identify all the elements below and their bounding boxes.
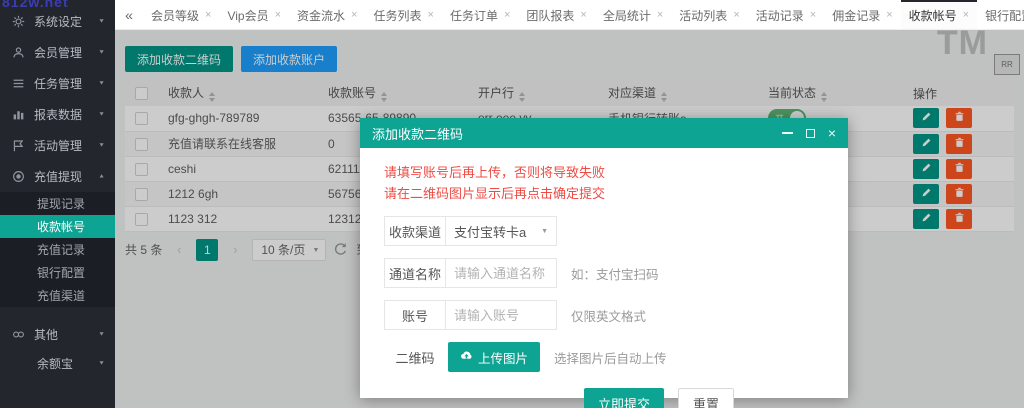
chevron-down-icon: ▼ bbox=[98, 19, 105, 25]
warning-text-1: 请填写账号后再上传，否则将导致失败 bbox=[384, 162, 848, 183]
sidebar-item-label: 活动管理 bbox=[34, 137, 82, 154]
sidebar-item-0[interactable]: 系统设定 ▼ bbox=[0, 6, 115, 37]
tab-bar: « 会员等级 × Vip会员 × 资金流水 × 任务列表 × 任务订单 × 团队… bbox=[115, 0, 1024, 30]
submenu-item-2[interactable]: 充值记录 bbox=[0, 238, 115, 261]
channel-name-label: 通道名称 bbox=[384, 258, 446, 288]
tasks-icon bbox=[12, 77, 26, 91]
tab-close-icon[interactable]: × bbox=[733, 10, 739, 21]
qrcode-hint: 选择图片后自动上传 bbox=[554, 348, 667, 367]
submenu-item-4[interactable]: 充值渠道 bbox=[0, 284, 115, 307]
sidebar-item-label: 会员管理 bbox=[34, 44, 82, 61]
content-area: TM RR 添加收款二维码 添加收款账户 收款人 收款账号 开户行 对应渠道 当… bbox=[115, 30, 1024, 408]
tab-close-icon[interactable]: × bbox=[963, 10, 969, 21]
modal-footer: 立即提交 重置 bbox=[384, 388, 848, 408]
sidebar-item-label: 报表数据 bbox=[34, 106, 82, 123]
account-hint: 仅限英文格式 bbox=[571, 306, 646, 325]
tab-8[interactable]: 活动记录 × bbox=[748, 0, 824, 29]
tab-close-icon[interactable]: × bbox=[580, 10, 586, 21]
sidebar-submenu: 提现记录收款帐号充值记录银行配置充值渠道 bbox=[0, 192, 115, 307]
channel-field-row: 收款渠道 支付宝转卡a ▼ bbox=[384, 216, 848, 246]
tab-close-icon[interactable]: × bbox=[428, 10, 434, 21]
sidebar-item-label: 系统设定 bbox=[34, 13, 82, 30]
tab-close-icon[interactable]: × bbox=[657, 10, 663, 21]
modal-title: 添加收款二维码 bbox=[372, 124, 463, 143]
chevron-down-icon: ▼ bbox=[98, 50, 105, 56]
sidebar-lower: 其他 ▼ 余额宝 ▼ bbox=[0, 319, 115, 377]
reset-button[interactable]: 重置 bbox=[678, 388, 734, 408]
sidebar-item-5[interactable]: 充值提现 ▲ bbox=[0, 161, 115, 192]
site-watermark: 812w.net bbox=[2, 0, 69, 10]
payment-channel-select[interactable]: 支付宝转卡a ▼ bbox=[445, 216, 557, 246]
sidebar-item-label: 充值提现 bbox=[34, 168, 82, 185]
tab-4[interactable]: 任务订单 × bbox=[442, 0, 518, 29]
add-qr-modal: 添加收款二维码 × 请填写账号后再上传，否则将导致失败 请在二维码图片显示后再点… bbox=[360, 118, 848, 398]
chevron-down-icon: ▼ bbox=[98, 332, 105, 338]
chevron-down-icon: ▼ bbox=[98, 361, 105, 367]
gear-icon bbox=[12, 15, 26, 29]
sidebar-item-4[interactable]: 活动管理 ▼ bbox=[0, 130, 115, 161]
chevron-up-icon: ▲ bbox=[98, 174, 105, 180]
tab-9[interactable]: 佣金记录 × bbox=[824, 0, 900, 29]
qrcode-row: 二维码 上传图片 选择图片后自动上传 bbox=[384, 342, 848, 372]
dots-icon bbox=[12, 328, 26, 342]
account-row: 账号 仅限英文格式 bbox=[384, 300, 848, 330]
sidebar-item-label: 其他 bbox=[34, 326, 58, 343]
channel-name-hint: 如：支付宝扫码 bbox=[571, 264, 659, 283]
sidebar-item-3[interactable]: 报表数据 ▼ bbox=[0, 99, 115, 130]
warning-text-2: 请在二维码图片显示后再点击确定提交 bbox=[384, 183, 848, 204]
chevron-down-icon: ▼ bbox=[98, 112, 105, 118]
sidebar: 系统设定 ▼ 会员管理 ▼ 任务管理 ▼ 报表数据 ▼ 活动管理 ▼ 充值提现 … bbox=[0, 0, 115, 408]
tab-close-icon[interactable]: × bbox=[205, 10, 211, 21]
recharge-icon bbox=[12, 170, 26, 184]
tab-7[interactable]: 活动列表 × bbox=[671, 0, 747, 29]
chevron-down-icon: ▼ bbox=[98, 143, 105, 149]
sidebar-lower-item-0[interactable]: 其他 ▼ bbox=[0, 319, 115, 350]
tab-list: 会员等级 × Vip会员 × 资金流水 × 任务列表 × 任务订单 × 团队报表… bbox=[143, 0, 1024, 29]
sidebar-item-label: 任务管理 bbox=[34, 75, 82, 92]
tab-close-icon[interactable]: × bbox=[886, 10, 892, 21]
channel-name-input[interactable] bbox=[445, 258, 557, 288]
maximize-icon[interactable] bbox=[806, 129, 815, 138]
tab-1[interactable]: Vip会员 × bbox=[219, 0, 289, 29]
tab-close-icon[interactable]: × bbox=[504, 10, 510, 21]
activity-icon bbox=[12, 139, 26, 153]
submit-button[interactable]: 立即提交 bbox=[584, 388, 664, 408]
sidebar-lower-item-1[interactable]: 余额宝 ▼ bbox=[0, 350, 115, 377]
account-input[interactable] bbox=[445, 300, 557, 330]
submenu-item-0[interactable]: 提现记录 bbox=[0, 192, 115, 215]
tab-6[interactable]: 全局统计 × bbox=[595, 0, 671, 29]
tab-3[interactable]: 任务列表 × bbox=[365, 0, 441, 29]
upload-image-button[interactable]: 上传图片 bbox=[448, 342, 540, 372]
chevron-down-icon: ▼ bbox=[541, 228, 548, 235]
submenu-item-3[interactable]: 银行配置 bbox=[0, 261, 115, 284]
sidebar-item-1[interactable]: 会员管理 ▼ bbox=[0, 37, 115, 68]
chevron-down-icon: ▼ bbox=[98, 81, 105, 87]
modal-title-bar: 添加收款二维码 × bbox=[360, 118, 848, 148]
user-icon bbox=[12, 46, 26, 60]
submenu-item-1[interactable]: 收款帐号 bbox=[0, 215, 115, 238]
chart-icon bbox=[12, 108, 26, 122]
tab-0[interactable]: 会员等级 × bbox=[143, 0, 219, 29]
tab-close-icon[interactable]: × bbox=[351, 10, 357, 21]
close-icon[interactable]: × bbox=[828, 126, 836, 140]
sidebar-item-2[interactable]: 任务管理 ▼ bbox=[0, 68, 115, 99]
channel-field-label: 收款渠道 bbox=[384, 216, 446, 246]
tab-2[interactable]: 资金流水 × bbox=[289, 0, 365, 29]
minimize-icon[interactable] bbox=[782, 132, 793, 134]
cloud-upload-icon bbox=[460, 350, 473, 364]
tab-5[interactable]: 团队报表 × bbox=[518, 0, 594, 29]
account-label: 账号 bbox=[384, 300, 446, 330]
channel-name-row: 通道名称 如：支付宝扫码 bbox=[384, 258, 848, 288]
sidebar-item-label: 余额宝 bbox=[37, 355, 73, 372]
tab-close-icon[interactable]: × bbox=[275, 10, 281, 21]
tabs-collapse-icon[interactable]: « bbox=[115, 0, 143, 29]
modal-body: 请填写账号后再上传，否则将导致失败 请在二维码图片显示后再点击确定提交 收款渠道… bbox=[360, 148, 848, 408]
tab-close-icon[interactable]: × bbox=[810, 10, 816, 21]
qrcode-label: 二维码 bbox=[384, 342, 446, 372]
